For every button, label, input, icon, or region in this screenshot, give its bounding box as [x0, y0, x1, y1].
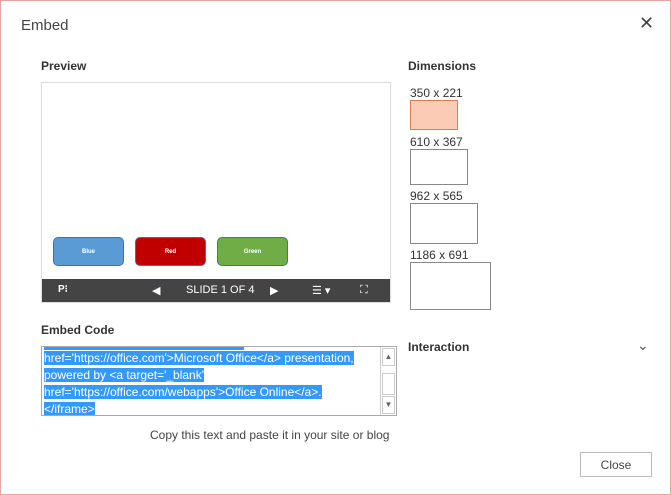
slide-preview: Blue Red Green P⁝ ◀ SLIDE 1 OF 4 ▶ ☰ ▾ ⛶	[41, 82, 391, 303]
slide-button-green[interactable]: Green	[217, 237, 288, 266]
scrollbar[interactable]: ▲ ▼	[380, 347, 396, 415]
dialog-title: Embed	[21, 17, 69, 34]
code-line: href='https://office.com'>Microsoft Offi…	[44, 351, 354, 365]
dimensions-label: Dimensions	[408, 59, 477, 73]
dimension-label: 1186 x 691	[410, 248, 469, 262]
preview-toolbar: P⁝ ◀ SLIDE 1 OF 4 ▶ ☰ ▾ ⛶	[42, 279, 390, 302]
interaction-label[interactable]: Interaction	[408, 340, 469, 354]
preview-label: Preview	[41, 59, 87, 73]
close-icon[interactable]: ✕	[639, 13, 654, 34]
scroll-up-icon[interactable]: ▲	[382, 348, 395, 366]
scroll-thumb[interactable]	[382, 373, 395, 395]
slide-counter: SLIDE 1 OF 4	[186, 284, 255, 296]
dimension-label: 350 x 221	[410, 86, 463, 100]
close-button[interactable]: Close	[580, 452, 652, 477]
dimension-label: 610 x 367	[410, 135, 463, 149]
dimension-option-610x367[interactable]	[410, 149, 468, 185]
embed-code-caption: Copy this text and paste it in your site…	[150, 428, 390, 442]
embed-dialog: Embed ✕ Preview Blue Red Green P⁝ ◀ SLID…	[0, 0, 671, 495]
embed-code-label: Embed Code	[41, 323, 115, 337]
next-slide-icon[interactable]: ▶	[270, 284, 278, 297]
slide-button-red[interactable]: Red	[135, 237, 206, 266]
previous-slide-icon[interactable]: ◀	[152, 284, 160, 297]
powerpoint-icon[interactable]: P⁝	[58, 284, 68, 295]
notes-menu-icon[interactable]: ☰ ▾	[312, 284, 330, 297]
fullscreen-icon[interactable]: ⛶	[360, 284, 368, 297]
scroll-down-icon[interactable]: ▼	[382, 396, 395, 414]
dimension-option-1186x691[interactable]	[410, 262, 491, 310]
slide-button-blue[interactable]: Blue	[53, 237, 124, 266]
chevron-down-icon[interactable]: ⌄	[637, 337, 649, 354]
embed-code-textarea[interactable]: href='https://office.com'>Microsoft Offi…	[41, 346, 397, 416]
code-line: </iframe>	[44, 402, 95, 416]
dimension-option-962x565[interactable]	[410, 203, 478, 244]
code-line: powered by <a target='_blank'	[44, 368, 205, 382]
code-line: href='https://office.com/webapps'>Office…	[44, 385, 322, 399]
dimension-option-350x221[interactable]	[410, 100, 458, 130]
dimension-label: 962 x 565	[410, 189, 463, 203]
